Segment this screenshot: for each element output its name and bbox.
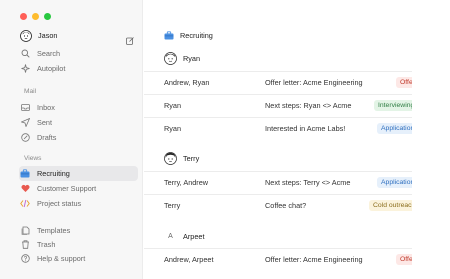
- sidebar-item-label: Templates: [37, 226, 71, 235]
- sidebar: Jason Search Autopilot Mail Inbox Sent D…: [0, 0, 143, 279]
- table-row[interactable]: Terry, Andrew Next steps: Terry <> Acme …: [144, 171, 450, 193]
- sidebar-item-label: Project status: [37, 199, 82, 208]
- inbox-icon: [20, 103, 30, 113]
- table-row[interactable]: Terry Coffee chat? Cold outreach: [144, 194, 450, 216]
- subject: Next steps: Terry <> Acme: [265, 178, 351, 187]
- participants: Terry, Andrew: [164, 178, 209, 187]
- user-name: Jason: [38, 31, 58, 40]
- window-edge: [412, 0, 450, 279]
- main-panel: Recruiting Ryan Andrew, Ryan Offer lette…: [144, 0, 450, 279]
- close-window-button[interactable]: [20, 13, 27, 20]
- mail-section-label: Mail: [24, 88, 37, 95]
- sidebar-item-autopilot[interactable]: Autopilot: [20, 61, 65, 76]
- sidebar-item-sent[interactable]: Sent: [20, 115, 52, 130]
- participants: Terry: [164, 201, 181, 210]
- participants: Andrew, Arpeet: [164, 255, 214, 264]
- subject: Interested in Acme Labs!: [265, 124, 346, 133]
- sidebar-item-templates[interactable]: Templates: [20, 223, 70, 238]
- sidebar-item-inbox[interactable]: Inbox: [20, 100, 55, 115]
- page-title: Recruiting: [180, 31, 213, 40]
- sidebar-item-search[interactable]: Search: [20, 46, 60, 61]
- sidebar-item-trash[interactable]: Trash: [20, 237, 55, 252]
- table-row[interactable]: Andrew, Ryan Offer letter: Acme Engineer…: [144, 71, 450, 93]
- participants: Andrew, Ryan: [164, 78, 210, 87]
- sidebar-item-customer-support[interactable]: Customer Support: [20, 181, 96, 196]
- sidebar-item-label: Recruiting: [37, 169, 70, 178]
- sidebar-item-label: Drafts: [37, 133, 57, 142]
- sidebar-item-label: Trash: [37, 240, 56, 249]
- views-section-label: Views: [24, 155, 42, 162]
- sidebar-item-project-status[interactable]: Project status: [20, 196, 81, 211]
- drafts-icon: [20, 133, 30, 143]
- user-avatar-icon: [20, 29, 32, 42]
- participants: Ryan: [164, 124, 182, 133]
- group-name: Terry: [183, 154, 200, 163]
- trash-icon: [20, 240, 30, 250]
- group-header-arpeet[interactable]: A Arpeet: [164, 230, 205, 243]
- app-window: Jason Search Autopilot Mail Inbox Sent D…: [0, 0, 450, 279]
- group-name: Ryan: [183, 54, 201, 63]
- sidebar-item-label: Inbox: [37, 103, 55, 112]
- table-row[interactable]: Ryan Next steps: Ryan <> Acme Interviewi…: [144, 94, 450, 116]
- briefcase-icon: [20, 169, 30, 179]
- sidebar-item-label: Sent: [37, 118, 53, 127]
- help-icon: [20, 254, 30, 264]
- avatar: A: [168, 233, 173, 240]
- sidebar-item-drafts[interactable]: Drafts: [20, 130, 56, 145]
- sent-icon: [20, 118, 30, 128]
- autopilot-icon: [20, 64, 30, 74]
- table-row[interactable]: Andrew, Arpeet Offer letter: Acme Engine…: [144, 248, 450, 270]
- user-switcher[interactable]: Jason: [20, 28, 57, 43]
- subject: Next steps: Ryan <> Acme: [265, 101, 352, 110]
- sidebar-item-label: Help & support: [37, 254, 86, 263]
- subject: Offer letter: Acme Engineering: [265, 78, 363, 87]
- subject: Coffee chat?: [265, 201, 307, 210]
- group-name: Arpeet: [183, 232, 205, 241]
- sidebar-item-recruiting[interactable]: Recruiting: [20, 166, 70, 181]
- group-header-ryan[interactable]: Ryan: [164, 52, 200, 65]
- sidebar-item-label: Autopilot: [37, 64, 66, 73]
- sidebar-item-label: Search: [37, 49, 61, 58]
- view-title: Recruiting: [164, 31, 213, 40]
- table-row[interactable]: Ryan Interested in Acme Labs! Applicatio…: [144, 117, 450, 139]
- templates-icon: [20, 226, 30, 236]
- group-header-terry[interactable]: Terry: [164, 152, 199, 165]
- sidebar-item-label: Customer Support: [37, 184, 97, 193]
- compose-icon[interactable]: [126, 32, 134, 50]
- code-icon: [20, 199, 30, 209]
- avatar: [164, 52, 177, 65]
- search-icon: [20, 49, 30, 59]
- briefcase-icon: [164, 31, 174, 40]
- minimize-window-button[interactable]: [32, 13, 39, 20]
- window-controls: [20, 13, 51, 20]
- heart-icon: [20, 184, 30, 194]
- sidebar-item-help[interactable]: Help & support: [20, 251, 85, 266]
- maximize-window-button[interactable]: [44, 13, 51, 20]
- participants: Ryan: [164, 101, 182, 110]
- avatar: [164, 152, 177, 165]
- subject: Offer letter: Acme Engineering: [265, 255, 363, 264]
